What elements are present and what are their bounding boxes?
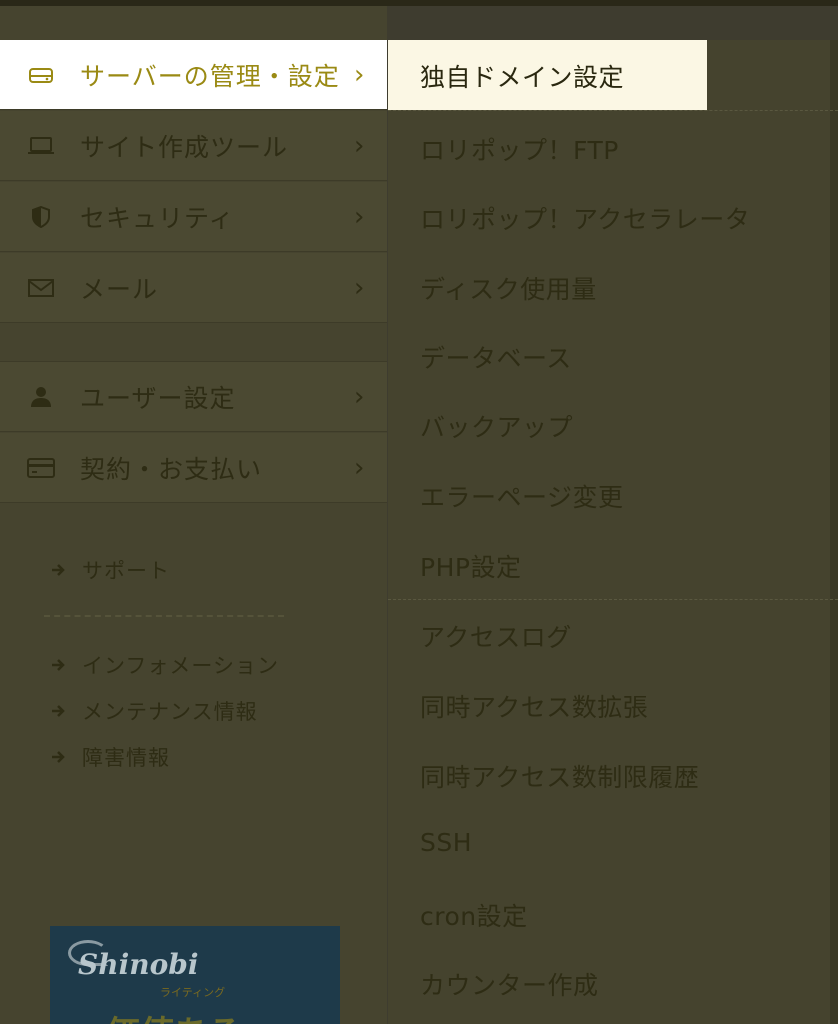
chevron-right-icon: › (354, 381, 365, 412)
user-icon (26, 385, 56, 409)
laptop-icon (26, 134, 56, 158)
failure-info-link[interactable]: 障害情報 (50, 742, 170, 772)
support-link-label: サポート (82, 559, 170, 583)
failure-info-link-label: 障害情報 (82, 746, 170, 770)
maintenance-link-label: メンテナンス情報 (82, 700, 258, 724)
sidebar-item-label: メール (80, 274, 159, 304)
submenu-item-error-page[interactable]: エラーページ変更 (420, 478, 624, 514)
sidebar-item-security[interactable]: セキュリティ › (0, 182, 387, 252)
mail-icon (26, 276, 56, 300)
submenu-item-concurrent-access-expansion[interactable]: 同時アクセス数拡張 (420, 688, 648, 724)
submenu-item-accelerator[interactable]: ロリポップ！アクセラレータ (420, 200, 750, 236)
server-icon (26, 63, 56, 87)
page-edge (830, 40, 838, 1024)
information-link[interactable]: インフォメーション (50, 650, 279, 680)
submenu-item-php-settings[interactable]: PHP設定 (420, 548, 521, 584)
sidebar-item-label: サイト作成ツール (80, 132, 289, 162)
chevron-right-icon: › (354, 272, 365, 303)
arrow-right-icon (50, 703, 68, 719)
submenu-panel (388, 40, 838, 1024)
chevron-right-icon: › (354, 201, 365, 232)
submenu-item-backup[interactable]: バックアップ (420, 408, 573, 444)
credit-card-icon (26, 456, 56, 480)
submenu-item-cron-settings[interactable]: cron設定 (420, 897, 528, 933)
sidebar-spacer (0, 324, 387, 362)
banner-logo: Shinobi (78, 948, 199, 981)
sidebar-item-mail[interactable]: メール › (0, 253, 387, 323)
submenu-item-database[interactable]: データベース (420, 339, 572, 375)
submenu-item-label: 独自ドメイン設定 (420, 63, 625, 92)
sidebar-item-label: 契約・お支払い (80, 454, 263, 484)
chevron-right-icon: › (354, 130, 365, 161)
sidebar-item-label: サーバーの管理・設定 (80, 61, 340, 91)
sidebar-item-user-settings[interactable]: ユーザー設定 › (0, 362, 387, 432)
arrow-right-icon (50, 657, 68, 673)
sidebar-item-label: セキュリティ (80, 203, 235, 233)
submenu-item-access-log[interactable]: アクセスログ (420, 618, 572, 654)
submenu-item-lolipop-ftp[interactable]: ロリポップ！FTP (420, 131, 619, 167)
submenu-item-ssh[interactable]: SSH (420, 828, 472, 857)
sidebar-item-contract-payment[interactable]: 契約・お支払い › (0, 433, 387, 503)
shinobi-banner[interactable]: Shinobi ライティング 価値ある (50, 926, 340, 1024)
divider (44, 615, 284, 617)
submenu-item-domain-settings[interactable]: 独自ドメイン設定 (388, 40, 707, 110)
shield-icon (26, 205, 56, 229)
arrow-right-icon (50, 562, 68, 578)
sidebar-item-label: ユーザー設定 (80, 383, 236, 413)
chevron-right-icon: › (354, 452, 365, 483)
sidebar-item-server-settings[interactable]: サーバーの管理・設定 › (0, 40, 387, 110)
support-link[interactable]: サポート (50, 555, 170, 585)
maintenance-link[interactable]: メンテナンス情報 (50, 696, 258, 726)
submenu-item-concurrent-access-history[interactable]: 同時アクセス数制限履歴 (420, 758, 699, 794)
banner-sub: ライティング (160, 986, 226, 999)
submenu-item-counter[interactable]: カウンター作成 (420, 966, 599, 1002)
chevron-right-icon: › (354, 59, 365, 90)
information-link-label: インフォメーション (82, 654, 279, 678)
divider (388, 110, 838, 111)
arrow-right-icon (50, 749, 68, 765)
sidebar-item-site-tools[interactable]: サイト作成ツール › (0, 111, 387, 181)
divider (388, 599, 838, 600)
banner-headline: 価値ある (106, 1006, 242, 1024)
submenu-item-disk-usage[interactable]: ディスク使用量 (420, 270, 597, 306)
